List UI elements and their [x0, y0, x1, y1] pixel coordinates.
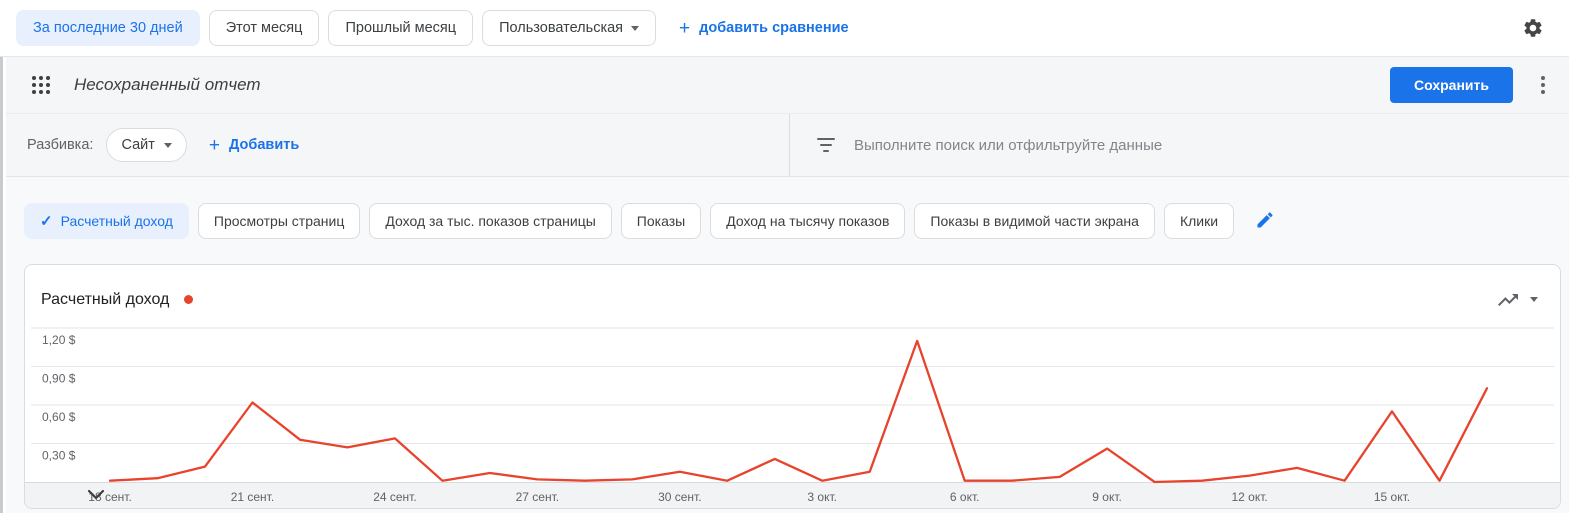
dimension-chip-site[interactable]: Сайт	[106, 128, 187, 162]
report-title: Несохраненный отчет	[74, 75, 261, 94]
gear-icon	[1524, 19, 1542, 37]
metric-chip-impressions[interactable]: Показы	[620, 203, 702, 239]
line-chart-icon	[1498, 293, 1518, 306]
chevron-down-icon	[1530, 297, 1538, 302]
edit-metrics-button[interactable]	[1255, 210, 1275, 230]
filter-section	[790, 114, 1569, 176]
breakdown-label: Разбивка:	[27, 137, 94, 153]
kebab-menu-icon	[1531, 73, 1555, 97]
revenue-line-chart: 0,30 $0,60 $0,90 $1,20 $18 сент. 21 сент.…	[25, 327, 1560, 508]
chart-card: Расчетный доход 0,30 $ 0,60 $ 0,90 $ 1,20 $…	[24, 264, 1561, 509]
chevron-down-icon	[631, 25, 640, 31]
check-icon: ✓	[40, 213, 53, 230]
more-options-button[interactable]	[1513, 73, 1569, 97]
apps-grid-icon	[32, 76, 50, 94]
metric-chip-estimated-revenue[interactable]: ✓ Расчетный доход	[24, 203, 189, 239]
chart-type-button[interactable]	[1496, 288, 1520, 312]
plus-icon: +	[679, 17, 691, 39]
metric-chip-viewable-impressions[interactable]: Показы в видимой части экрана	[914, 203, 1155, 239]
svg-text:3 окт.: 3 окт.	[807, 490, 837, 504]
chart-title: Расчетный доход	[41, 290, 170, 308]
metric-chip-page-views[interactable]: Просмотры страниц	[197, 203, 361, 239]
left-scrollbar-strip[interactable]	[0, 57, 6, 513]
save-button[interactable]: Сохранить	[1390, 67, 1513, 103]
add-breakdown-label: Добавить	[229, 137, 300, 153]
date-chip-this-month[interactable]: Этот месяц	[208, 10, 320, 46]
metric-chip-label: Расчетный доход	[60, 213, 173, 229]
add-breakdown-button[interactable]: + Добавить	[209, 136, 299, 155]
date-range-bar: За последние 30 дней Этот месяц Прошлый …	[0, 0, 1569, 57]
metric-chip-page-rpm[interactable]: Доход за тыс. показов страницы	[369, 203, 612, 239]
svg-text:27 сент.: 27 сент.	[516, 490, 559, 504]
chart-card-header: Расчетный доход	[25, 265, 1560, 320]
svg-text:0,60 $: 0,60 $	[42, 410, 76, 424]
pencil-icon	[1257, 212, 1273, 228]
add-comparison-button[interactable]: + добавить сравнение	[679, 19, 849, 38]
apps-grid-button[interactable]	[32, 76, 50, 94]
chart-plot-area: 0,30 $0,60 $0,90 $1,20 $18 сент. 21 сент.…	[25, 320, 1560, 508]
search-input[interactable]	[854, 136, 1569, 154]
filter-icon	[815, 138, 837, 152]
date-chip-last-month[interactable]: Прошлый месяц	[328, 10, 474, 46]
svg-text:30 сент.: 30 сент.	[658, 490, 701, 504]
metric-chip-impression-rpm[interactable]: Доход на тысячу показов	[710, 203, 906, 239]
expand-table-button[interactable]	[81, 483, 111, 507]
svg-text:9 окт.: 9 окт.	[1092, 490, 1122, 504]
svg-text:12 окт.: 12 окт.	[1231, 490, 1267, 504]
metrics-bar: ✓ Расчетный доход Просмотры страниц Дохо…	[0, 177, 1569, 264]
svg-text:24 сент.: 24 сент.	[373, 490, 416, 504]
svg-text:21 сент.: 21 сент.	[231, 490, 274, 504]
date-chip-custom-label: Пользовательская	[499, 20, 624, 36]
report-bar: Несохраненный отчет Сохранить	[0, 57, 1569, 114]
metric-chip-clicks[interactable]: Клики	[1163, 203, 1235, 239]
series-legend-dot	[184, 295, 194, 304]
chevron-down-icon	[163, 142, 172, 148]
svg-text:0,90 $: 0,90 $	[42, 372, 76, 386]
settings-button[interactable]	[1517, 12, 1549, 44]
breakdown-bar: Разбивка: Сайт + Добавить	[0, 114, 1569, 177]
svg-text:1,20 $: 1,20 $	[42, 333, 76, 347]
svg-text:6 окт.: 6 окт.	[950, 490, 980, 504]
chevron-down-icon	[87, 489, 105, 500]
svg-text:0,30 $: 0,30 $	[42, 449, 76, 463]
date-chip-custom[interactable]: Пользовательская	[482, 10, 657, 46]
date-chip-last-30-days[interactable]: За последние 30 дней	[16, 10, 200, 46]
dimension-chip-label: Сайт	[121, 137, 155, 153]
breakdown-section: Разбивка: Сайт + Добавить	[0, 114, 790, 176]
svg-text:15 окт.: 15 окт.	[1374, 490, 1410, 504]
add-comparison-label: добавить сравнение	[699, 20, 849, 36]
plus-icon: +	[208, 134, 221, 156]
